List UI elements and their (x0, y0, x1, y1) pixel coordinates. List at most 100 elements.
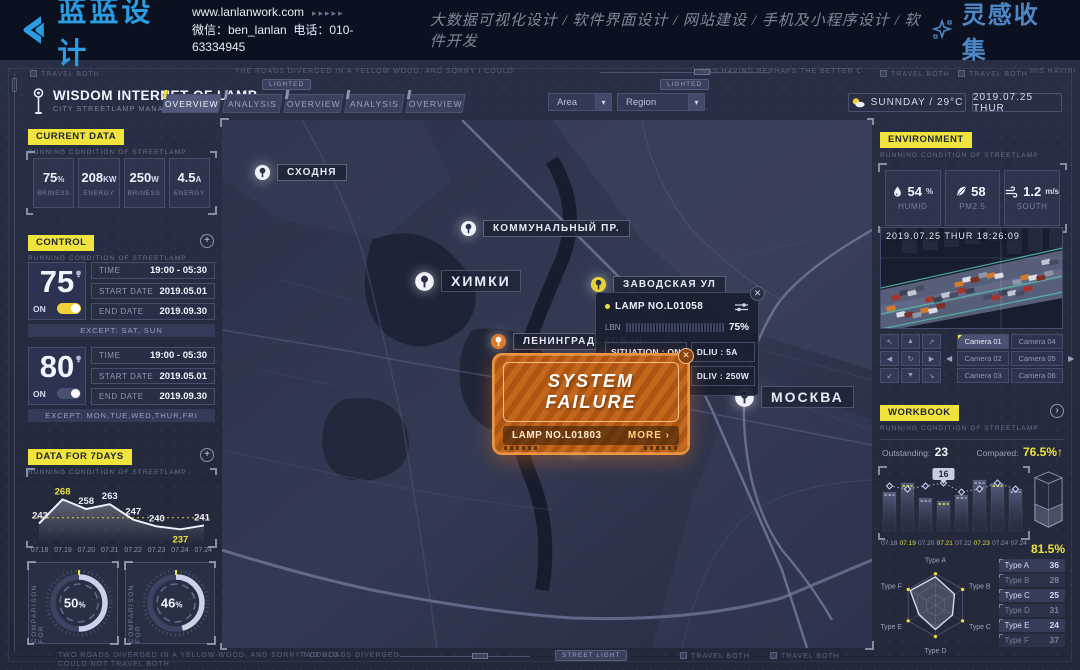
camera-next-icon[interactable]: ▶ (1068, 354, 1074, 363)
pan-down-button[interactable]: ▼ (901, 368, 920, 383)
current-data-title: CURRENT DATA (28, 129, 124, 145)
camera-02-button[interactable]: Camera 02 (957, 351, 1009, 366)
lamp-icon (75, 350, 82, 368)
brand-name: 蓝蓝设计 (57, 0, 176, 72)
weather-widget: SUNNDAY / 29°C (848, 93, 966, 112)
pan-up-left-button[interactable]: ↖ (880, 334, 899, 349)
pan-up-button[interactable]: ▲ (901, 334, 920, 349)
date-text: 2019.07.25 THUR (973, 92, 1061, 114)
lamp-pin-icon (460, 220, 477, 237)
tab-analysis-1[interactable]: ANALYSIS (222, 94, 282, 113)
tab-overview-3[interactable]: OVERVIEW (405, 94, 465, 113)
camera-01-button[interactable]: Camera 01 (957, 334, 1009, 349)
type-list: Type A36 Type B28 Type C25 Type D31 Type… (999, 559, 1065, 659)
stat-ampere: 4.5A ENERGY (169, 158, 210, 208)
inspiration-collect[interactable]: 灵感收集 (931, 0, 1058, 65)
stat-watt: 250W BRINESS (124, 158, 165, 208)
workbook-chart: 16 81.5% (880, 468, 1065, 538)
camera-timestamp: 2019.07.25 THUR 18:26:09 (886, 231, 1020, 241)
current-data-header: CURRENT DATA RUNNING CONDITION OF STREET… (28, 126, 187, 156)
pan-right-button[interactable]: ▶ (922, 351, 941, 366)
camera-prev-icon[interactable]: ◀ (946, 354, 952, 363)
camera-feed[interactable]: 2019.07.25 THUR 18:26:09 (880, 227, 1063, 329)
wind-icon (1005, 186, 1019, 198)
svg-text:247: 247 (125, 507, 141, 518)
left-ruler-decor (14, 74, 15, 652)
city-map[interactable]: СХОДНЯ КОММУНАЛЬНЫЙ ПР. ХИМКИ ЗАВОДСКАЯ … (222, 120, 872, 648)
map-marker-khimki[interactable]: ХИМКИ (414, 270, 521, 292)
brightness-level-box-2: 80 ON (28, 347, 86, 405)
decor-travel-both-2: TRAVEL BOTH (880, 70, 950, 78)
control-expand-button[interactable]: + (200, 234, 214, 248)
lbn-label: LBN (605, 323, 621, 332)
current-cell: DLIU : 5A (691, 342, 755, 362)
time-row-1[interactable]: TIME19:00 - 05:30 (91, 262, 215, 279)
decor-bottom-quote-1b: COULD NOT TRAVEL BOTH (58, 661, 170, 668)
decor-quote-1: THE ROADS DIVERGED IN A YELLOW WOOD, AND… (235, 68, 514, 75)
pan-left-button[interactable]: ◀ (880, 351, 899, 366)
type-d-row[interactable]: Type D31 (999, 604, 1065, 617)
power-toggle-2[interactable] (57, 388, 81, 399)
camera-03-button[interactable]: Camera 03 (957, 368, 1009, 383)
sun-cloud-icon (851, 97, 865, 108)
type-a-row[interactable]: Type A36 (999, 559, 1065, 572)
lbn-progress-bar[interactable] (626, 323, 724, 332)
start-date-row-1[interactable]: START DATE2019.05.01 (91, 283, 215, 300)
pan-up-right-button[interactable]: ↗ (922, 334, 941, 349)
website-link[interactable]: www.lanlanwork.com (192, 5, 304, 19)
weather-text: SUNNDAY / 29°C (871, 97, 964, 108)
region-select[interactable]: Region ▾ (617, 93, 705, 111)
decor-slider-2 (400, 656, 530, 657)
type-e-row[interactable]: Type E24 (999, 619, 1065, 632)
decor-travel-both-5: TRAVEL BOTH (770, 652, 840, 660)
pan-down-left-button[interactable]: ↙ (880, 368, 899, 383)
week-chart-expand-button[interactable]: + (200, 448, 214, 462)
area-select[interactable]: Area ▾ (548, 93, 612, 111)
date-widget: 2019.07.25 THUR (972, 93, 1062, 112)
close-icon[interactable]: ✕ (750, 286, 765, 301)
brightness-value: 80 (40, 350, 74, 384)
decor-lighted-badge-2: LIGHTED (660, 79, 709, 90)
control-title: CONTROL (28, 235, 94, 251)
close-icon[interactable]: ✕ (678, 348, 694, 364)
camera-04-button[interactable]: Camera 04 (1011, 334, 1063, 349)
wechat-id: 微信：ben_lanlan (192, 23, 287, 37)
svg-text:Type D: Type D (924, 648, 946, 655)
camera-06-button[interactable]: Camera 06 (1011, 368, 1063, 383)
except-bar-1: EXCEPT: SAT, SUN (28, 324, 215, 337)
type-f-row[interactable]: Type F37 (999, 634, 1065, 647)
end-date-row-1[interactable]: END DATE2019.09.30 (91, 303, 215, 320)
svg-text:241: 241 (194, 512, 211, 523)
map-marker-skhodnya[interactable]: СХОДНЯ (254, 164, 347, 181)
lamp-id: LAMP NO.L01058 (615, 301, 729, 312)
more-button[interactable]: MORE › (628, 430, 670, 441)
start-date-row-2[interactable]: START DATE2019.05.01 (91, 368, 215, 385)
lbn-percent: 75% (729, 322, 749, 333)
camera-05-button[interactable]: Camera 05 (1011, 351, 1063, 366)
tab-analysis-2[interactable]: ANALYSIS (344, 94, 404, 113)
svg-text:16: 16 (938, 469, 948, 479)
tab-overview-2[interactable]: OVERVIEW (283, 94, 343, 113)
leaf-icon (955, 185, 967, 198)
sparkle-star-icon (931, 17, 955, 43)
except-bar-2: EXCEPT: MON,TUE,WED,THUR,FRI (28, 409, 215, 422)
workbook-expand-button[interactable]: › (1050, 404, 1064, 418)
refresh-button[interactable]: ↻ (901, 351, 920, 366)
collect-label: 灵感收集 (962, 0, 1058, 65)
environment-title: ENVIRONMENT (880, 132, 972, 148)
type-radar-chart: Type AType BType CType DType EType F (880, 555, 995, 659)
end-date-row-2[interactable]: END DATE2019.09.30 (91, 388, 215, 405)
map-marker-zavodskaya[interactable]: ЗАВОДСКАЯ УЛ (590, 276, 726, 293)
pan-down-right-button[interactable]: ↘ (922, 368, 941, 383)
type-c-row[interactable]: Type C25 (999, 589, 1065, 602)
power-toggle-1[interactable] (57, 303, 81, 314)
type-b-row[interactable]: Type B28 (999, 574, 1065, 587)
settings-sliders-icon[interactable] (734, 302, 749, 312)
workbook-stats: Outstanding: 23 Compared: 76.5%↑ (880, 439, 1065, 464)
svg-text:Type A: Type A (925, 557, 947, 564)
power-cell: DLIV : 250W (691, 366, 755, 386)
svg-text:Type E: Type E (880, 624, 902, 631)
map-marker-kommunalny[interactable]: КОММУНАЛЬНЫЙ ПР. (460, 220, 630, 237)
tab-overview-1[interactable]: OVERVIEW (161, 94, 221, 113)
time-row-2[interactable]: TIME19:00 - 05:30 (91, 347, 215, 364)
